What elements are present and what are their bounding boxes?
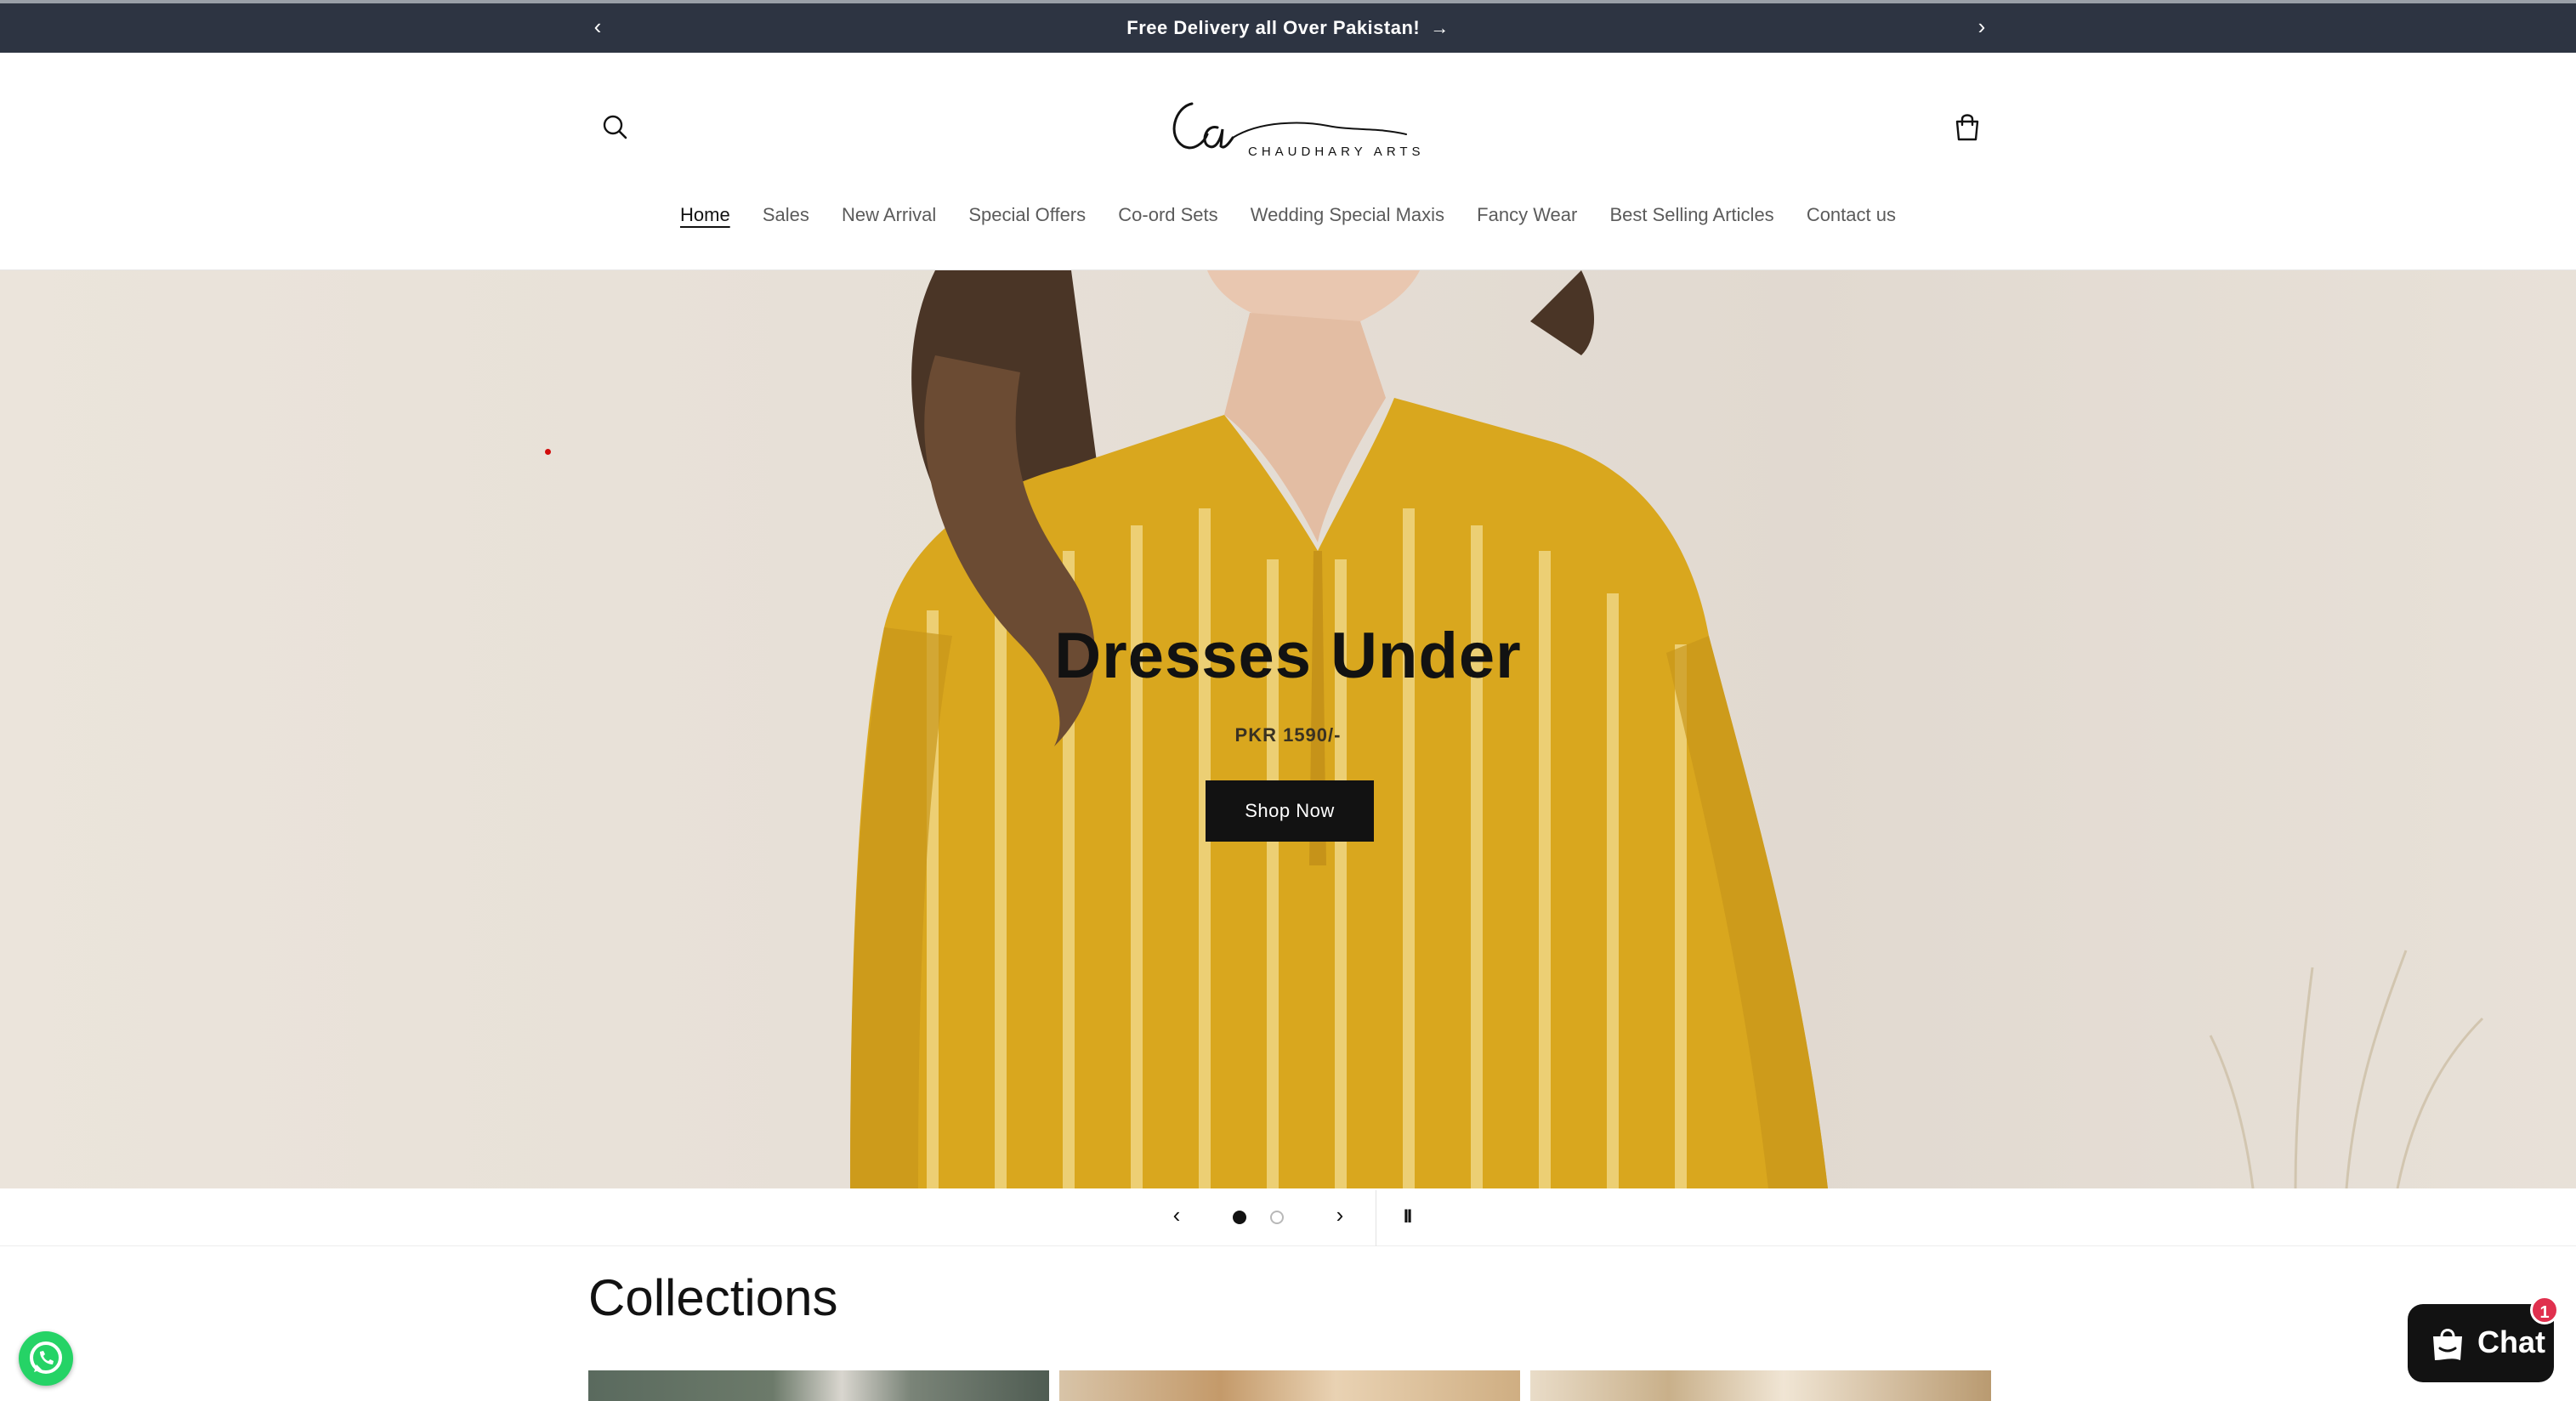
collections-heading: Collections [588, 1269, 838, 1326]
main-navigation: Home Sales New Arrival Special Offers Co… [0, 204, 2576, 226]
nav-item-new-arrival[interactable]: New Arrival [842, 204, 936, 226]
chat-label: Chat [2477, 1324, 2545, 1359]
announcement-next-button[interactable]: › [1967, 14, 1996, 43]
cart-button[interactable] [1947, 107, 1988, 148]
announcement-bar: ‹ Free Delivery all Over Pakistan! → › [0, 0, 2576, 53]
search-button[interactable] [595, 107, 636, 148]
announcement-link[interactable]: Free Delivery all Over Pakistan! → [0, 17, 2576, 39]
collection-card[interactable] [1530, 1370, 1991, 1401]
announcement-text: Free Delivery all Over Pakistan! [1126, 17, 1421, 38]
collection-card[interactable] [588, 1370, 1049, 1401]
hero-subtitle: PKR 1590/- [1234, 724, 1342, 746]
logo-mark [1172, 102, 1407, 150]
nav-item-home[interactable]: Home [680, 204, 730, 226]
site-logo[interactable] [1158, 87, 1413, 180]
logo-text: CHAUDHARY ARTS [1248, 145, 1425, 159]
shop-now-button[interactable]: Shop Now [1206, 780, 1374, 842]
chat-notification-badge: 1 [2530, 1296, 2559, 1324]
nav-item-co-ord-sets[interactable]: Co-ord Sets [1118, 204, 1217, 226]
cursor-dot [545, 449, 551, 455]
slide-dot-2[interactable] [1270, 1211, 1284, 1224]
slide-next-button[interactable]: › [1325, 1200, 1355, 1231]
whatsapp-icon [30, 1341, 62, 1374]
slideshow-controls: ‹ › II [0, 1188, 2576, 1246]
cart-icon [1955, 114, 1979, 141]
nav-item-contact-us[interactable]: Contact us [1807, 204, 1896, 226]
collection-card[interactable] [1059, 1370, 1520, 1401]
site-header: CHAUDHARY ARTS Home Sales New Arrival Sp… [0, 53, 2576, 270]
slide-prev-button[interactable]: ‹ [1161, 1200, 1192, 1231]
hero-title: Dresses Under [1054, 620, 1522, 692]
nav-item-special-offers[interactable]: Special Offers [968, 204, 1086, 226]
arrow-right-icon: → [1430, 17, 1450, 38]
slide-dot-1[interactable] [1233, 1211, 1246, 1224]
nav-item-sales[interactable]: Sales [763, 204, 809, 226]
search-icon [603, 115, 627, 139]
chat-bag-icon [2433, 1329, 2462, 1360]
slideshow-pause-button[interactable]: II [1394, 1202, 1420, 1231]
nav-item-wedding-special-maxis[interactable]: Wedding Special Maxis [1251, 204, 1444, 226]
nav-item-fancy-wear[interactable]: Fancy Wear [1477, 204, 1577, 226]
nav-item-best-selling-articles[interactable]: Best Selling Articles [1609, 204, 1773, 226]
whatsapp-button[interactable] [19, 1331, 73, 1386]
hero-banner: Dresses Under PKR 1590/- Shop Now [0, 270, 2576, 1188]
